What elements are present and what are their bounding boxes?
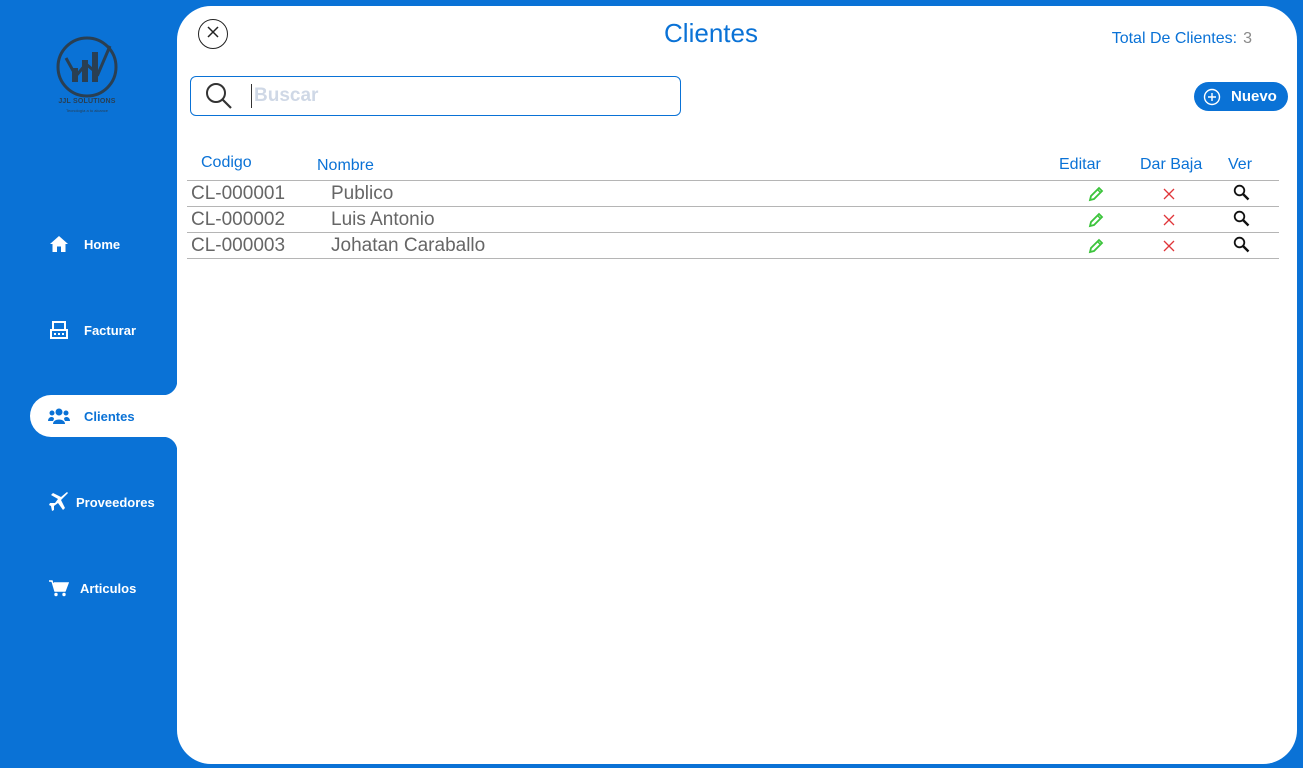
column-header-ver: Ver: [1228, 156, 1253, 173]
add-circle-icon: [1203, 88, 1221, 106]
delete-icon[interactable]: [1160, 185, 1178, 203]
sidebar-item-home[interactable]: Home: [30, 223, 177, 265]
main-panel: Clientes Total De Clientes: 3 Nuevo Codig…: [177, 6, 1297, 764]
new-client-label: Nuevo: [1231, 88, 1277, 105]
users-icon: [48, 405, 70, 427]
plane-icon: [48, 491, 70, 513]
column-header-nombre[interactable]: Nombre: [317, 157, 374, 175]
cell-nombre: Luis Antonio: [331, 209, 435, 230]
column-header-codigo[interactable]: Codigo: [201, 154, 252, 172]
new-client-button[interactable]: Nuevo: [1194, 82, 1288, 111]
total-clients: Total De Clientes: 3: [1112, 30, 1252, 48]
home-icon: [48, 233, 70, 255]
total-clients-value: 3: [1243, 30, 1252, 47]
cell-codigo: CL-000003: [191, 235, 286, 256]
delete-icon[interactable]: [1160, 211, 1178, 229]
register-icon: [48, 319, 70, 341]
logo-subtitle: Tecnología a tu alcance: [65, 108, 109, 113]
clients-table: Codigo Nombre Editar Dar Baja Ver CL-000…: [187, 150, 1279, 259]
edit-icon[interactable]: [1087, 211, 1105, 229]
total-clients-label: Total De Clientes:: [1111, 30, 1238, 47]
view-icon[interactable]: [1232, 235, 1250, 253]
search-box: [190, 76, 681, 116]
sidebar-item-clientes[interactable]: Clientes: [30, 381, 190, 451]
sidebar-item-proveedores[interactable]: Proveedores: [30, 481, 177, 523]
cell-nombre: Johatan Caraballo: [331, 235, 486, 256]
table-row[interactable]: CL-000003 Johatan Caraballo: [187, 233, 1279, 259]
cart-icon: [48, 577, 70, 599]
cell-codigo: CL-000002: [191, 209, 286, 230]
view-icon[interactable]: [1232, 183, 1250, 201]
search-input[interactable]: [251, 84, 651, 108]
edit-icon[interactable]: [1087, 237, 1105, 255]
search-icon: [205, 80, 237, 112]
sidebar-item-label: Proveedores: [76, 494, 155, 510]
logo-text: JJL SOLUTIONS: [58, 98, 116, 105]
sidebar-item-label: Clientes: [84, 408, 135, 424]
sidebar-item-articulos[interactable]: Articulos: [30, 567, 177, 609]
sidebar-item-label: Articulos: [80, 580, 137, 596]
page-title: Clientes: [664, 18, 758, 48]
cell-codigo: CL-000001: [191, 183, 286, 204]
sidebar-item-facturar[interactable]: Facturar: [30, 309, 177, 351]
column-header-dar-baja: Dar Baja: [1140, 156, 1203, 173]
table-row[interactable]: CL-000002 Luis Antonio: [187, 207, 1279, 233]
delete-icon[interactable]: [1160, 237, 1178, 255]
sidebar: JJL SOLUTIONS Tecnología a tu alcance Ho…: [0, 0, 190, 768]
table-header: Codigo Nombre Editar Dar Baja Ver: [187, 150, 1279, 181]
sidebar-item-label: Home: [84, 236, 121, 252]
table-row[interactable]: CL-000001 Publico: [187, 181, 1279, 207]
view-icon[interactable]: [1232, 209, 1250, 227]
sidebar-item-label: Facturar: [84, 322, 137, 338]
cell-nombre: Publico: [331, 183, 394, 204]
column-header-editar: Editar: [1059, 156, 1101, 173]
edit-icon[interactable]: [1087, 185, 1105, 203]
